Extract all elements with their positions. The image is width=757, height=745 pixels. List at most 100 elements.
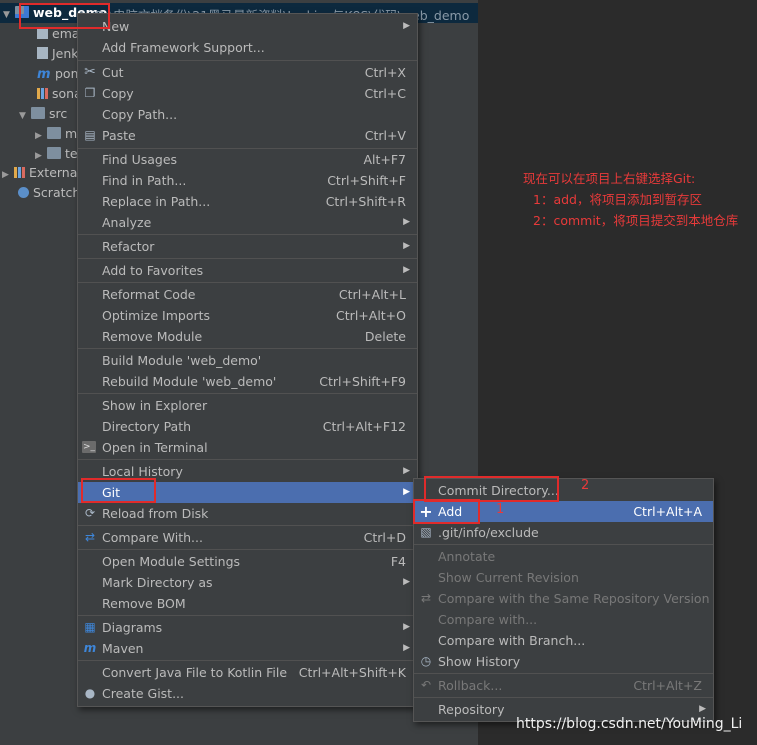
menu-item-add-framework[interactable]: Add Framework Support... [78, 37, 417, 58]
tree-item-jenkinsfile[interactable]: Jenkinsfile [37, 44, 77, 64]
menu-item-remove-bom[interactable]: Remove BOM [78, 593, 417, 614]
menu-item-compare-with[interactable]: ⇄ Compare With... Ctrl+D [78, 527, 417, 548]
menu-item-create-gist[interactable]: ● Create Gist... [78, 683, 417, 704]
expand-arrow-icon[interactable]: ▶ [35, 146, 47, 164]
menu-item-show-history[interactable]: ◷ Show History [414, 651, 713, 672]
tree-item-scratches[interactable]: Scratches and Consoles [18, 183, 77, 203]
submenu-arrow-icon: ▶ [403, 577, 410, 587]
maven-icon: m [83, 641, 97, 655]
menu-separator [414, 544, 713, 545]
menu-separator [78, 348, 417, 349]
menu-item-compare-with[interactable]: Compare with... [414, 609, 713, 630]
folder-icon [47, 147, 61, 159]
menu-item-maven[interactable]: m Maven ▶ [78, 638, 417, 659]
menu-separator [78, 459, 417, 460]
callout-box-web-demo [19, 3, 110, 29]
menu-separator [78, 660, 417, 661]
file-icon [37, 47, 48, 59]
collapse-arrow-icon[interactable]: ▼ [19, 106, 31, 124]
file-ignore-icon: ▧ [420, 525, 432, 539]
paste-icon: ▤ [84, 128, 96, 142]
menu-item-optimize-imports[interactable]: Optimize Imports Ctrl+Alt+O [78, 305, 417, 326]
menu-item-diagrams[interactable]: ▦ Diagrams ▶ [78, 617, 417, 638]
menu-separator [78, 60, 417, 61]
menu-item-remove-module[interactable]: Remove Module Delete [78, 326, 417, 347]
menu-item-compare-with-branch[interactable]: Compare with Branch... [414, 630, 713, 651]
menu-item-paste[interactable]: ▤ Paste Ctrl+V [78, 125, 417, 146]
menu-item-reload-from-disk[interactable]: ⟳ Reload from Disk [78, 503, 417, 524]
menu-separator [414, 697, 713, 698]
menu-item-open-module-settings[interactable]: Open Module Settings F4 [78, 551, 417, 572]
submenu-arrow-icon: ▶ [403, 241, 410, 251]
menu-item-convert-java-to-kotlin[interactable]: Convert Java File to Kotlin File Ctrl+Alt… [78, 662, 417, 683]
submenu-arrow-icon: ▶ [403, 217, 410, 227]
scissors-icon: ✂ [84, 64, 96, 80]
menu-item-new[interactable]: New ▶ [78, 16, 417, 37]
project-context-menu: New ▶ Add Framework Support... ✂ Cut Ctrl+X… [77, 13, 418, 707]
menu-item-rollback[interactable]: ↶ Rollback... Ctrl+Alt+Z [414, 675, 713, 696]
menu-item-directory-path[interactable]: Directory Path Ctrl+Alt+F12 [78, 416, 417, 437]
menu-separator [78, 258, 417, 259]
menu-item-find-in-path[interactable]: Find in Path... Ctrl+Shift+F [78, 170, 417, 191]
rollback-icon: ↶ [420, 678, 432, 692]
properties-icon [37, 88, 48, 99]
menu-item-copy[interactable]: ❐ Copy Ctrl+C [78, 83, 417, 104]
compare-arrows-icon: ⇄ [420, 591, 432, 605]
menu-separator [78, 234, 417, 235]
annotation-note: 现在可以在项目上右键选择Git: 1：add，将项目添加到暂存区 2：commi… [523, 171, 739, 228]
watermark: https://blog.csdn.net/YouMing_Li [516, 716, 743, 732]
scratch-icon [18, 187, 29, 198]
menu-separator [78, 615, 417, 616]
callout-number-two: 2 [581, 478, 590, 493]
diagram-icon: ▦ [84, 620, 96, 634]
callout-number-one: 1 [496, 502, 505, 517]
menu-item-gitinfo-exclude[interactable]: ▧ .git/info/exclude [414, 522, 713, 543]
expand-arrow-icon[interactable]: ▶ [35, 126, 47, 144]
submenu-arrow-icon: ▶ [403, 622, 410, 632]
tree-item-sonar[interactable]: sonar-project.properties [37, 84, 77, 104]
folder-icon [31, 107, 45, 119]
collapse-arrow-icon[interactable]: ▼ [3, 5, 15, 25]
menu-separator [78, 393, 417, 394]
menu-separator [414, 673, 713, 674]
menu-item-show-in-explorer[interactable]: Show in Explorer [78, 395, 417, 416]
menu-item-compare-same-repo[interactable]: ⇄ Compare with the Same Repository Versio… [414, 588, 713, 609]
refresh-icon: ⟳ [84, 506, 96, 520]
menu-item-copy-path[interactable]: Copy Path... [78, 104, 417, 125]
menu-item-build-module[interactable]: Build Module 'web_demo' [78, 350, 417, 371]
menu-separator [78, 549, 417, 550]
menu-item-annotate[interactable]: Annotate [414, 546, 713, 567]
tree-item-test[interactable]: ▶test [35, 144, 77, 164]
submenu-arrow-icon: ▶ [403, 265, 410, 275]
menu-item-mark-directory-as[interactable]: Mark Directory as ▶ [78, 572, 417, 593]
terminal-icon: >_ [82, 441, 96, 453]
compare-arrows-icon: ⇄ [84, 530, 96, 544]
menu-item-cut[interactable]: ✂ Cut Ctrl+X [78, 62, 417, 83]
tree-item-src[interactable]: ▼ src [19, 104, 77, 124]
menu-item-open-in-terminal[interactable]: >_ Open in Terminal [78, 437, 417, 458]
maven-icon: m [37, 67, 51, 82]
menu-item-add-to-favorites[interactable]: Add to Favorites ▶ [78, 260, 417, 281]
menu-item-rebuild-module[interactable]: Rebuild Module 'web_demo' Ctrl+Shift+F9 [78, 371, 417, 392]
submenu-arrow-icon: ▶ [403, 487, 410, 497]
menu-separator [78, 525, 417, 526]
menu-item-refactor[interactable]: Refactor ▶ [78, 236, 417, 257]
expand-arrow-icon[interactable]: ▶ [2, 165, 14, 183]
github-icon: ● [84, 686, 96, 700]
callout-box-git [81, 478, 156, 503]
tree-item-external-libraries[interactable]: ▶External Libraries [2, 163, 77, 183]
submenu-arrow-icon: ▶ [403, 21, 410, 31]
callout-box-add [413, 499, 480, 524]
menu-item-show-current-revision[interactable]: Show Current Revision [414, 567, 713, 588]
submenu-arrow-icon: ▶ [403, 466, 410, 476]
menu-item-analyze[interactable]: Analyze ▶ [78, 212, 417, 233]
tree-item-pom[interactable]: mpom.xml [37, 64, 77, 84]
menu-item-reformat-code[interactable]: Reformat Code Ctrl+Alt+L [78, 284, 417, 305]
library-icon [14, 167, 25, 178]
menu-item-find-usages[interactable]: Find Usages Alt+F7 [78, 149, 417, 170]
submenu-arrow-icon: ▶ [403, 643, 410, 653]
menu-item-replace-in-path[interactable]: Replace in Path... Ctrl+Shift+R [78, 191, 417, 212]
menu-separator [78, 282, 417, 283]
folder-icon [47, 127, 61, 139]
tree-item-main[interactable]: ▶main [35, 124, 77, 144]
